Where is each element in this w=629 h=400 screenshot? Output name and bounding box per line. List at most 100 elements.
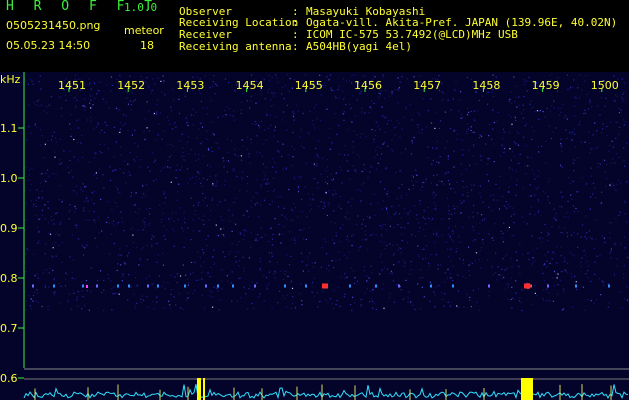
noise-speck bbox=[182, 147, 184, 149]
noise-speck bbox=[396, 120, 398, 122]
noise-speck bbox=[286, 129, 288, 131]
noise-speck bbox=[90, 120, 92, 122]
noise-speck bbox=[304, 74, 307, 76]
noise-speck bbox=[566, 235, 569, 238]
noise-speck bbox=[582, 286, 584, 288]
noise-speck bbox=[405, 148, 407, 150]
noise-speck bbox=[547, 199, 549, 201]
noise-speck bbox=[598, 278, 600, 280]
noise-speck bbox=[189, 273, 192, 275]
noise-speck bbox=[29, 305, 31, 307]
noise-speck bbox=[594, 187, 596, 189]
noise-speck bbox=[156, 113, 158, 115]
noise-speck bbox=[556, 262, 558, 264]
noise-speck bbox=[211, 291, 213, 293]
noise-speck bbox=[447, 155, 449, 157]
noise-speck bbox=[142, 229, 144, 231]
noise-speck bbox=[534, 111, 536, 113]
noise-speck bbox=[210, 166, 212, 168]
noise-speck bbox=[534, 292, 536, 294]
meteor-echo bbox=[452, 284, 454, 288]
noise-speck bbox=[156, 261, 158, 263]
noise-speck bbox=[620, 109, 622, 111]
noise-speck bbox=[586, 93, 588, 95]
noise-speck bbox=[495, 76, 497, 78]
noise-speck bbox=[352, 165, 354, 167]
noise-speck bbox=[473, 119, 476, 121]
noise-speck bbox=[106, 124, 108, 126]
meteor-echo bbox=[305, 284, 307, 288]
noise-speck bbox=[183, 211, 185, 213]
noise-speck bbox=[108, 277, 110, 280]
noise-speck bbox=[153, 161, 155, 163]
noise-speck bbox=[111, 222, 113, 224]
noise-speck bbox=[421, 128, 423, 131]
noise-speck bbox=[418, 256, 420, 258]
noise-speck bbox=[592, 193, 594, 195]
noise-speck bbox=[468, 216, 470, 218]
noise-speck bbox=[280, 270, 282, 272]
noise-speck bbox=[449, 183, 451, 185]
noise-speck bbox=[542, 298, 544, 300]
noise-speck bbox=[575, 281, 577, 283]
noise-speck bbox=[480, 159, 482, 161]
noise-speck bbox=[472, 227, 474, 229]
noise-speck bbox=[375, 149, 377, 152]
noise-speck bbox=[346, 276, 348, 278]
noise-speck bbox=[486, 163, 488, 165]
noise-speck bbox=[607, 306, 609, 308]
noise-speck bbox=[181, 166, 183, 168]
noise-speck bbox=[207, 164, 209, 166]
noise-speck bbox=[130, 192, 132, 194]
noise-speck bbox=[148, 213, 151, 215]
noise-speck bbox=[441, 91, 443, 93]
noise-speck bbox=[71, 271, 73, 273]
noise-speck bbox=[380, 240, 382, 242]
noise-speck bbox=[383, 142, 385, 144]
noise-speck bbox=[379, 93, 381, 95]
noise-speck bbox=[375, 168, 378, 170]
noise-speck bbox=[474, 260, 476, 262]
noise-speck bbox=[378, 92, 380, 94]
noise-speck bbox=[38, 105, 40, 107]
noise-speck bbox=[82, 295, 84, 298]
noise-speck bbox=[361, 170, 363, 173]
noise-speck bbox=[397, 102, 399, 104]
noise-speck bbox=[214, 93, 216, 95]
noise-speck bbox=[290, 255, 292, 257]
noise-speck bbox=[149, 170, 151, 172]
noise-speck bbox=[339, 196, 341, 198]
noise-speck bbox=[385, 229, 388, 231]
noise-speck bbox=[552, 131, 554, 133]
noise-speck bbox=[463, 306, 465, 308]
noise-speck bbox=[174, 276, 176, 278]
noise-speck bbox=[423, 209, 425, 211]
noise-speck bbox=[454, 129, 456, 131]
noise-speck bbox=[273, 135, 275, 137]
noise-speck bbox=[575, 207, 577, 210]
noise-speck bbox=[382, 200, 384, 202]
noise-speck bbox=[435, 205, 437, 207]
noise-speck bbox=[300, 145, 302, 147]
noise-speck bbox=[83, 254, 85, 256]
noise-speck bbox=[35, 104, 37, 106]
noise-speck bbox=[584, 141, 586, 143]
noise-speck bbox=[84, 305, 86, 307]
noise-speck bbox=[357, 189, 359, 191]
noise-speck bbox=[285, 167, 287, 169]
noise-speck bbox=[470, 184, 472, 186]
noise-speck bbox=[326, 108, 328, 110]
noise-speck bbox=[52, 173, 54, 175]
noise-speck bbox=[454, 225, 457, 227]
noise-speck bbox=[619, 291, 621, 293]
noise-speck bbox=[194, 261, 196, 263]
noise-speck bbox=[472, 155, 474, 157]
noise-speck bbox=[474, 251, 477, 253]
noise-speck bbox=[347, 154, 349, 156]
noise-speck bbox=[90, 95, 92, 97]
noise-speck bbox=[31, 308, 33, 310]
meteor-label: meteor bbox=[124, 24, 164, 37]
noise-speck bbox=[274, 92, 276, 94]
noise-speck bbox=[420, 269, 422, 271]
noise-speck bbox=[169, 167, 171, 169]
